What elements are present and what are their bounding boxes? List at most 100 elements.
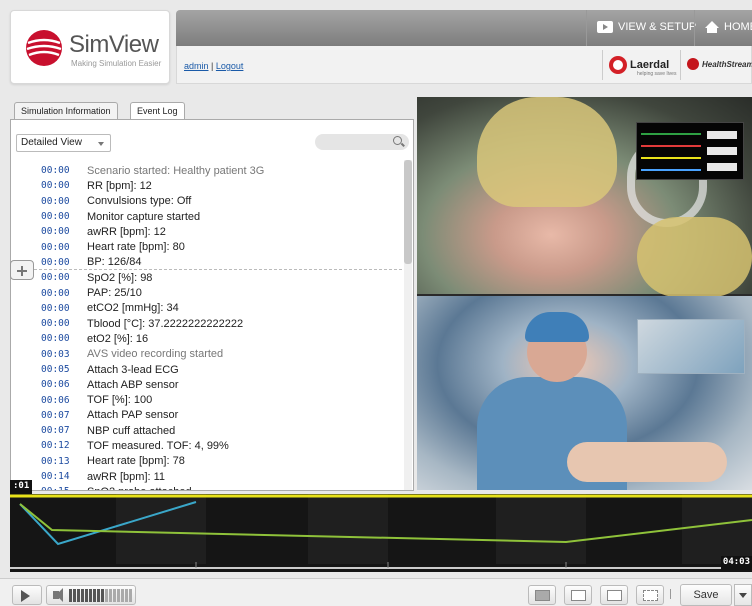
top-nav-bar: VIEW & SETUP HOME (176, 10, 752, 46)
event-text: TOF measured. TOF: 4, 99% (87, 439, 229, 452)
layout-side-button[interactable] (600, 585, 628, 605)
event-row[interactable]: 00:07 NBP cuff attached (41, 423, 401, 438)
event-row[interactable]: 00:07 Attach PAP sensor (41, 408, 401, 423)
layout-side-icon (607, 590, 622, 601)
event-row[interactable]: 00:03 AVS video recording started (41, 347, 401, 362)
volume-bar (89, 589, 92, 602)
event-row[interactable]: 00:14 awRR [bpm]: 11 (41, 469, 401, 484)
event-time: 00:00 (41, 241, 70, 253)
video-play-icon (597, 21, 613, 33)
home-label: HOME (724, 21, 752, 33)
event-row[interactable]: 00:00 Monitor capture started (41, 209, 401, 224)
volume-slider[interactable] (69, 589, 132, 602)
event-text: Tblood [°C]: 37.2222222222222 (87, 317, 244, 330)
save-button[interactable]: Save (680, 584, 732, 606)
scrollbar-thumb[interactable] (404, 160, 412, 264)
event-row[interactable]: 00:00 awRR [bpm]: 12 (41, 224, 401, 239)
event-text: Scenario started: Healthy patient 3G (87, 164, 265, 177)
event-row[interactable]: 00:00 BP: 126/84 (41, 255, 401, 270)
volume-bar (73, 589, 76, 602)
event-text: AVS video recording started (87, 348, 224, 361)
event-time: 00:15 (41, 486, 87, 490)
event-row[interactable]: 00:00 SpO2 [%]: 98 (41, 270, 401, 285)
layout-single-icon (535, 590, 550, 601)
event-row[interactable]: 00:05 Attach 3-lead ECG (41, 362, 401, 377)
tab-event-log[interactable]: Event Log (130, 102, 185, 119)
layout-split-button[interactable] (564, 585, 592, 605)
event-row[interactable]: 00:00 Convulsions type: Off (41, 194, 401, 209)
volume-control[interactable] (46, 585, 136, 605)
camera-inset[interactable] (637, 319, 745, 374)
logout-link[interactable]: Logout (216, 61, 244, 71)
event-text: TOF [%]: 100 (87, 394, 153, 407)
event-time: 00:06 (41, 394, 70, 406)
monitor-value (707, 131, 737, 139)
event-text: SpO2 [%]: 98 (87, 271, 153, 284)
event-row[interactable]: 00:06 TOF [%]: 100 (41, 392, 401, 407)
event-time: 00:00 (41, 226, 70, 238)
view-setup-button[interactable]: VIEW & SETUP (597, 21, 696, 33)
play-button[interactable] (12, 585, 42, 605)
layout-single-button[interactable] (528, 585, 556, 605)
video-clinician-cap (525, 312, 589, 342)
tab-simulation-information[interactable]: Simulation Information (14, 102, 118, 119)
timeline-current-time: :01 (10, 480, 33, 494)
event-time: 00:00 (41, 211, 70, 223)
nav-divider (694, 10, 695, 46)
event-time: 00:00 (41, 195, 70, 207)
event-row[interactable]: 00:00 Tblood [°C]: 37.2222222222222 (41, 316, 401, 331)
monitor-trace (641, 145, 701, 147)
event-row[interactable]: 00:06 Attach ABP sensor (41, 377, 401, 392)
add-event-button[interactable] (10, 260, 34, 280)
monitor-trace (641, 157, 701, 159)
user-bar: admin | Logout Laerdal helping save live… (176, 46, 752, 84)
event-text: Monitor capture started (87, 210, 201, 223)
event-list: 00:00 Scenario started: Healthy patient 3… (41, 163, 401, 490)
event-search-input[interactable] (315, 134, 409, 150)
event-row[interactable]: 00:00 etCO2 [mmHg]: 34 (41, 301, 401, 316)
event-row[interactable]: 00:00 RR [bpm]: 12 (41, 178, 401, 193)
camera-view-1[interactable] (417, 97, 752, 297)
home-icon (705, 21, 719, 33)
event-text: PAP: 25/10 (87, 287, 142, 300)
event-text: SpO2 probe attached (87, 486, 192, 490)
trend-cyan (19, 501, 197, 546)
view-mode-select[interactable]: Detailed View (16, 134, 111, 152)
monitor-trace (641, 133, 701, 135)
event-time: 00:00 (41, 318, 70, 330)
event-time: 00:00 (41, 165, 70, 177)
view-mode-value: Detailed View (21, 137, 82, 148)
event-row[interactable]: 00:00 PAP: 25/10 (41, 285, 401, 300)
healthstream-logo[interactable]: HealthStream (687, 58, 752, 70)
event-row[interactable]: 00:00 Scenario started: Healthy patient 3… (41, 163, 401, 178)
event-text: awRR [bpm]: 12 (87, 225, 166, 238)
event-row[interactable]: 00:13 Heart rate [bpm]: 78 (41, 454, 401, 469)
event-row[interactable]: 00:00 Heart rate [bpm]: 80 (41, 239, 401, 254)
timeline[interactable]: :01 04:03 (10, 480, 752, 572)
healthstream-icon (687, 58, 699, 70)
user-links-separator: | (211, 61, 214, 71)
event-row[interactable]: 00:15SpO2 probe attached (41, 484, 401, 490)
video-player[interactable] (417, 97, 752, 490)
volume-bar (105, 589, 108, 602)
simview-logo-icon (26, 30, 62, 66)
logo-box[interactable]: SimView Making Simulation Easier (10, 10, 170, 84)
volume-bar (121, 589, 124, 602)
monitor-trace (641, 169, 701, 171)
volume-bar (97, 589, 100, 602)
volume-bar (85, 589, 88, 602)
video-glove (637, 217, 752, 297)
fullscreen-button[interactable] (636, 585, 664, 605)
save-options-dropdown[interactable] (734, 584, 752, 606)
volume-bar (113, 589, 116, 602)
fullscreen-icon (643, 590, 658, 601)
event-row[interactable]: 00:00 etO2 [%]: 16 (41, 331, 401, 346)
event-time: 00:00 (41, 287, 70, 299)
event-text: etO2 [%]: 16 (87, 332, 149, 345)
event-text: Attach PAP sensor (87, 409, 179, 422)
username-link[interactable]: admin (184, 61, 209, 71)
search-icon (393, 136, 402, 145)
home-button[interactable]: HOME (705, 21, 752, 33)
event-row[interactable]: 00:12 TOF measured. TOF: 4, 99% (41, 438, 401, 453)
volume-bar (125, 589, 128, 602)
